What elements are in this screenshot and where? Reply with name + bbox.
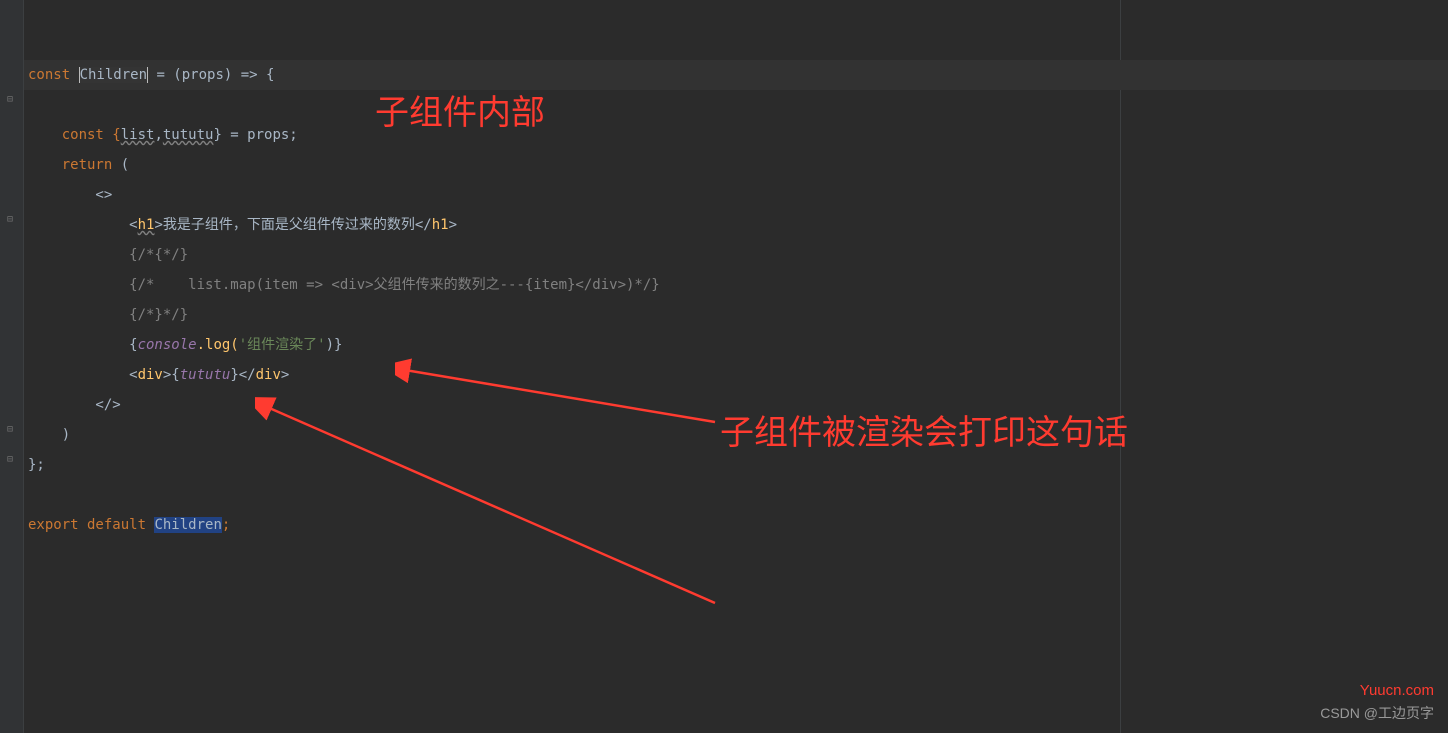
code-line: <div>{tututu}</div> [24, 360, 1448, 390]
code-line: {/*{*/} [24, 240, 1448, 270]
watermark-yuucn: Yuucn.com [1360, 682, 1434, 699]
fold-marker-icon[interactable]: ⊟ [7, 95, 13, 105]
fold-marker-icon[interactable]: ⊟ [7, 425, 13, 435]
fold-marker-icon[interactable]: ⊟ [7, 215, 13, 225]
code-line: const {list,tututu} = props; [24, 120, 1448, 150]
code-line: {/*}*/} [24, 300, 1448, 330]
code-line [24, 0, 1448, 30]
code-line: export default Children; [24, 510, 1448, 540]
code-line: {console.log('组件渲染了')} [24, 330, 1448, 360]
code-line: <> [24, 180, 1448, 210]
code-line [24, 480, 1448, 510]
code-line: return ( [24, 150, 1448, 180]
code-line [24, 90, 1448, 120]
gutter: ⊟ ⊟ ⊟ ⊟ [0, 0, 24, 733]
annotation-title: 子组件内部 [375, 85, 545, 134]
code-line-active: const Children = (props) => { [24, 60, 1448, 90]
code-line: }; [24, 450, 1448, 480]
code-area[interactable]: const Children = (props) => { const {lis… [24, 0, 1448, 540]
cursor: Children [79, 67, 148, 83]
fold-marker-icon[interactable]: ⊟ [7, 455, 13, 465]
code-line: <h1>我是子组件，下面是父组件传过来的数列</h1> [24, 210, 1448, 240]
annotation-render-note: 子组件被渲染会打印这句话 [720, 405, 1128, 454]
code-line: {/* list.map(item => <div>父组件传来的数列之---{i… [24, 270, 1448, 300]
watermark-csdn: CSDN @工边页字 [1320, 703, 1434, 723]
code-editor[interactable]: ⊟ ⊟ ⊟ ⊟ const Children = (props) => { co… [0, 0, 1448, 733]
code-line [24, 30, 1448, 60]
